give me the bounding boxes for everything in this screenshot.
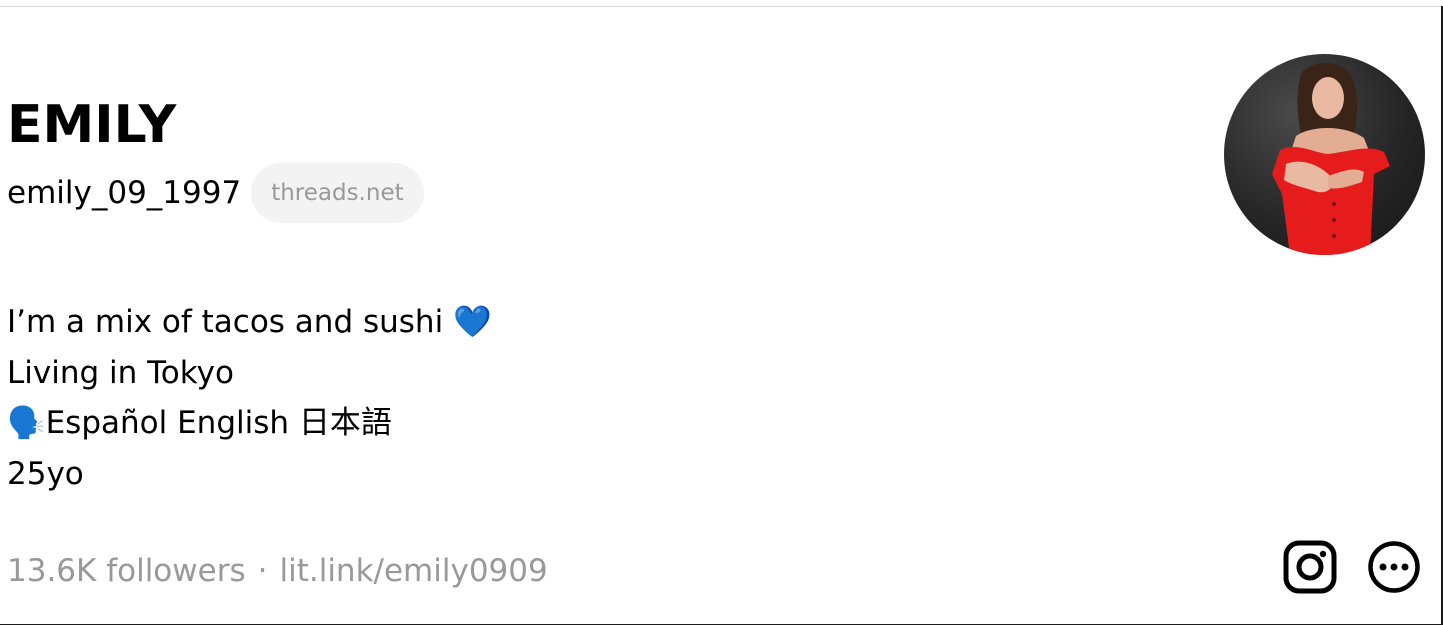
bio-line: I’m a mix of tacos and sushi 💙	[7, 304, 492, 340]
instagram-icon	[1283, 540, 1337, 594]
top-divider	[0, 6, 1443, 7]
profile-avatar[interactable]	[1224, 54, 1425, 255]
instagram-button[interactable]	[1283, 540, 1337, 594]
profile-footer: 13.6K followers · lit.link/emily0909	[7, 546, 548, 596]
bio-line: 🗣️Español English 日本語	[7, 405, 392, 441]
bio: I’m a mix of tacos and sushi 💙 Living in…	[7, 297, 492, 499]
profile-page: EMILY emily_09_1997 threads.net I’m a mi…	[0, 0, 1443, 625]
handle-row: emily_09_1997 threads.net	[7, 163, 424, 223]
more-options-icon	[1368, 541, 1420, 593]
external-link[interactable]: lit.link/emily0909	[279, 553, 547, 589]
followers-count[interactable]: 13.6K followers	[7, 553, 246, 589]
footer-separator: ·	[257, 553, 268, 589]
bio-line: 25yo	[7, 455, 84, 492]
bio-line: Living in Tokyo	[7, 354, 234, 391]
display-name: EMILY	[7, 95, 177, 155]
threads-domain-badge[interactable]: threads.net	[251, 163, 424, 223]
more-options-button[interactable]	[1367, 540, 1421, 594]
avatar-photo	[1272, 62, 1390, 255]
username: emily_09_1997	[7, 175, 242, 211]
